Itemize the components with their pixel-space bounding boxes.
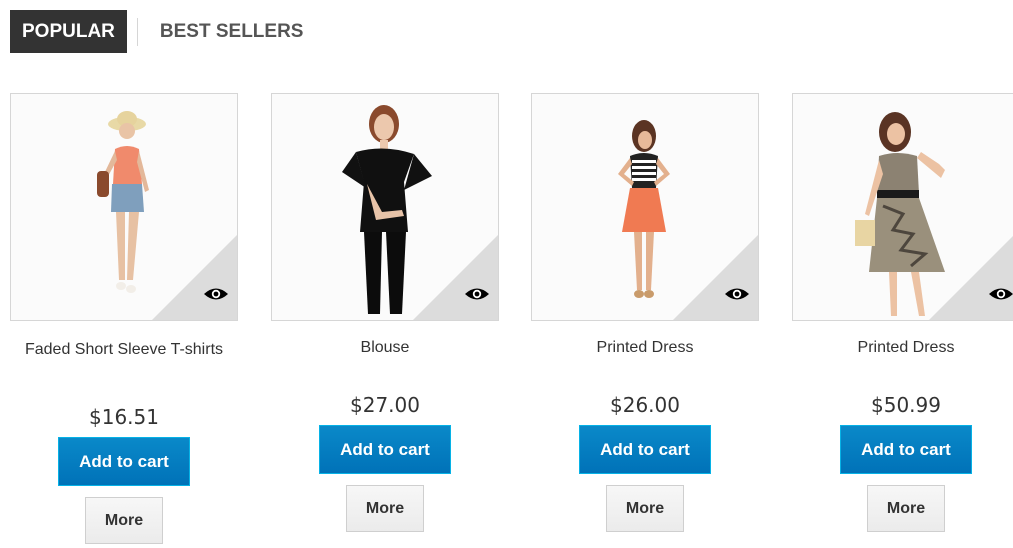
tab-popular[interactable]: POPULAR — [10, 10, 127, 53]
add-to-cart-button[interactable]: Add to cart — [58, 437, 190, 486]
more-button[interactable]: More — [606, 485, 684, 532]
more-button[interactable]: More — [346, 485, 424, 532]
more-button[interactable]: More — [85, 497, 163, 544]
product-card: Printed Dress $50.99 Add to cart More — [791, 93, 1013, 532]
product-name[interactable]: Blouse — [270, 336, 500, 386]
product-image[interactable] — [10, 93, 238, 321]
tab-best-sellers[interactable]: BEST SELLERS — [148, 10, 316, 53]
product-name[interactable]: Faded Short Sleeve T-shirts — [9, 338, 239, 388]
quick-view-corner — [152, 235, 237, 320]
product-price: $27.00 — [350, 393, 420, 417]
product-card: Faded Short Sleeve T-shirts $16.51 Add t… — [9, 93, 239, 544]
product-price: $50.99 — [871, 393, 941, 417]
product-card: Blouse $27.00 Add to cart More — [270, 93, 500, 532]
add-to-cart-button[interactable]: Add to cart — [319, 425, 451, 474]
add-to-cart-button[interactable]: Add to cart — [579, 425, 711, 474]
eye-icon[interactable] — [724, 286, 750, 302]
product-image[interactable] — [271, 93, 499, 321]
product-image[interactable] — [531, 93, 759, 321]
eye-icon[interactable] — [464, 286, 490, 302]
product-image[interactable] — [792, 93, 1013, 321]
product-price: $16.51 — [89, 405, 159, 429]
eye-icon[interactable] — [988, 286, 1013, 302]
tab-divider — [136, 17, 138, 46]
quick-view-corner — [673, 235, 758, 320]
product-tabs: POPULAR BEST SELLERS — [10, 10, 315, 53]
more-button[interactable]: More — [867, 485, 945, 532]
product-price: $26.00 — [610, 393, 680, 417]
quick-view-corner — [413, 235, 498, 320]
eye-icon[interactable] — [203, 286, 229, 302]
add-to-cart-button[interactable]: Add to cart — [840, 425, 972, 474]
product-card: Printed Dress $26.00 Add to cart More — [530, 93, 760, 532]
product-name[interactable]: Printed Dress — [530, 336, 760, 386]
product-name[interactable]: Printed Dress — [791, 336, 1013, 386]
quick-view-corner — [929, 235, 1013, 320]
